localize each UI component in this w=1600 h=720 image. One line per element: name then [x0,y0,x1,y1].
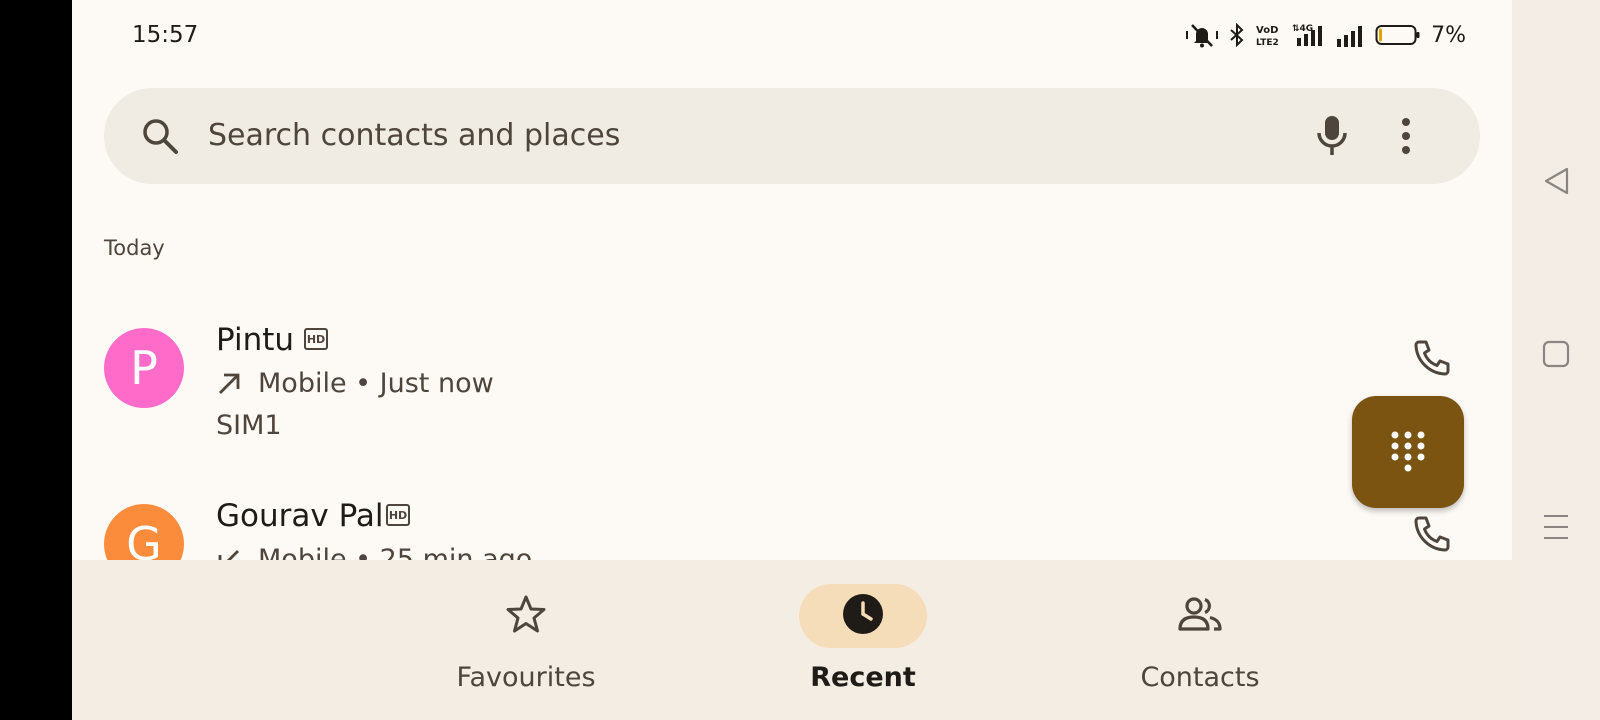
phone-app-screen: 15:57 VoD LTE2 ⇅4G 7% Search contacts an… [72,0,1512,720]
tab-label: Recent [810,662,916,693]
tab-recent[interactable]: Recent [743,584,983,704]
back-icon [1541,166,1571,200]
svg-text:LTE2: LTE2 [1256,38,1279,47]
battery-percent: 7% [1431,22,1466,48]
avatar[interactable]: P [104,328,184,408]
svg-text:VoD: VoD [1256,25,1278,36]
back-button[interactable] [1512,166,1600,200]
tab-label: Contacts [1140,662,1260,693]
sim-label: SIM1 [216,410,282,441]
hd-badge: HD [386,504,410,526]
bluetooth-icon [1229,23,1245,47]
call-log-list: P Pintu HD Mobile • Just now SIM1 G Gour… [72,300,1512,560]
hd-badge: HD [304,328,328,350]
home-icon [1542,340,1570,372]
status-time: 15:57 [132,22,199,48]
tab-contacts[interactable]: Contacts [1080,584,1320,704]
call-detail-text: Mobile • Just now [258,368,494,399]
phone-call-icon[interactable] [1412,338,1452,382]
svg-text:⇅4G: ⇅4G [1292,24,1313,34]
people-icon [1177,594,1223,638]
tab-recent-pill [799,584,927,648]
avatar[interactable]: G [104,504,184,560]
call-log-item[interactable]: P Pintu HD Mobile • Just now SIM1 [72,300,1512,480]
system-navigation-bar [1512,0,1600,720]
mic-icon[interactable] [1312,113,1352,163]
call-detail-text: Mobile • 25 min ago [258,544,533,560]
call-detail: Mobile • Just now [216,368,494,399]
status-bar: 15:57 VoD LTE2 ⇅4G 7% [72,0,1512,72]
bottom-navigation: Favourites Recent Contacts [72,560,1512,720]
phone-call-icon[interactable] [1412,514,1452,558]
tab-contacts-pill [1136,584,1264,648]
search-bar[interactable]: Search contacts and places [104,88,1480,184]
home-button[interactable] [1512,340,1600,372]
outgoing-call-arrow-icon [216,371,242,397]
dialpad-button[interactable] [1352,396,1464,508]
contact-name: Pintu [216,322,295,358]
status-icons: VoD LTE2 ⇅4G 7% [1185,22,1466,48]
call-detail: Mobile • 25 min ago [216,544,532,560]
tab-favourites[interactable]: Favourites [406,584,646,704]
menu-icon [1542,512,1570,546]
incoming-call-arrow-icon [216,547,242,560]
tab-favourites-pill [462,584,590,648]
section-header-today: Today [104,236,165,260]
tab-label: Favourites [456,662,596,693]
more-vert-icon[interactable] [1400,117,1412,159]
vibrate-mute-icon [1185,22,1219,48]
search-icon [140,116,180,160]
menu-button[interactable] [1512,512,1600,546]
battery-icon [1375,23,1421,47]
signal-4g-icon: ⇅4G [1291,22,1325,48]
search-placeholder[interactable]: Search contacts and places [208,118,620,153]
volte-icon: VoD LTE2 [1255,23,1281,47]
star-icon [506,594,546,638]
signal-icon [1335,23,1365,47]
clock-icon [842,593,884,639]
contact-name: Gourav Pal [216,498,384,534]
call-log-item[interactable]: G Gourav Pal HD Mobile • 25 min ago [72,476,1512,560]
